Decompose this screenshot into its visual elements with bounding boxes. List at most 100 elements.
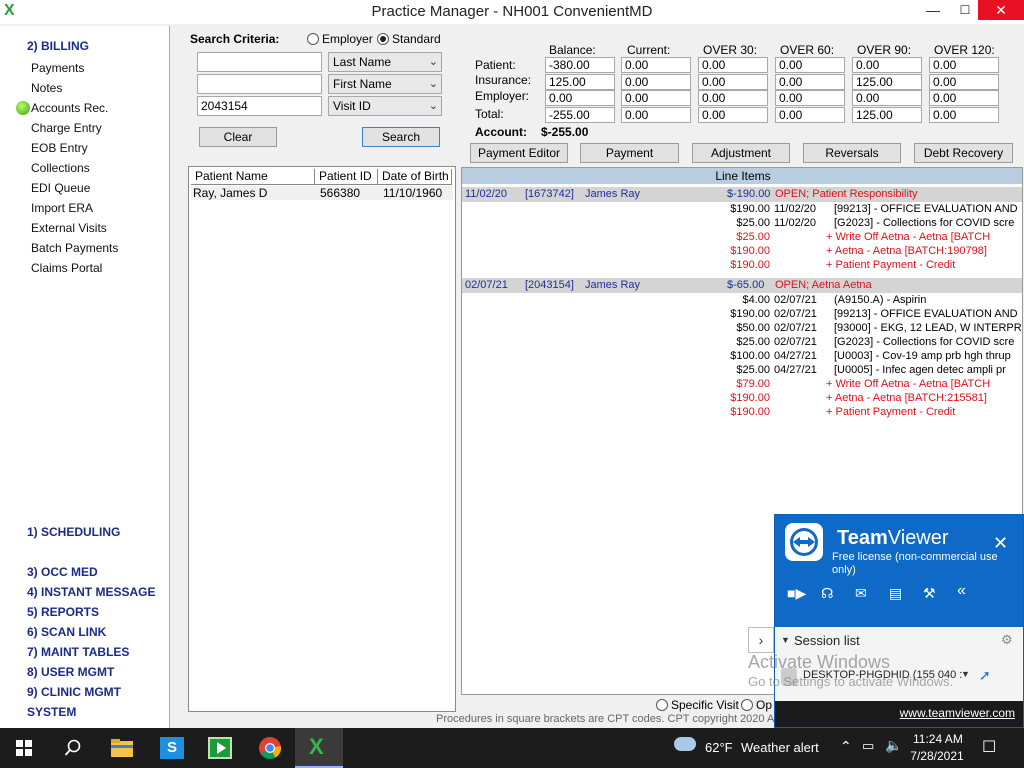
line-item-description[interactable]: + Write Off Aetna - Aetna [BATCH — [826, 231, 990, 243]
patient-balance-field[interactable]: -380.00 — [545, 57, 615, 73]
line-item-description[interactable]: + Write Off Aetna - Aetna [BATCH — [826, 378, 990, 390]
patient-table[interactable]: Patient Name Patient ID Date of Birth Ra… — [188, 166, 456, 712]
nav-item-payments[interactable]: Payments — [31, 61, 84, 75]
line-item-description[interactable]: + Aetna - Aetna [BATCH:190798] — [826, 245, 987, 257]
search-button[interactable]: Search — [362, 127, 440, 147]
wrench-icon[interactable]: ⚒ — [923, 585, 936, 602]
nav-clinic-mgmt[interactable]: 9) CLINIC MGMT — [27, 685, 121, 699]
collapse-icon[interactable]: « — [957, 582, 966, 600]
line-item-description[interactable]: [93000] - EKG, 12 LEAD, W INTERPR I — [834, 322, 1022, 334]
employer-over90-field[interactable]: 0.00 — [852, 90, 922, 106]
weather-cloud-icon[interactable] — [674, 737, 696, 751]
nav-item-collections[interactable]: Collections — [31, 161, 90, 175]
nav-user-mgmt[interactable]: 8) USER MGMT — [27, 665, 114, 679]
insurance-over60-field[interactable]: 0.00 — [775, 74, 845, 90]
files-icon[interactable]: ▤ — [889, 585, 902, 602]
nav-item-notes[interactable]: Notes — [31, 81, 62, 95]
payment-button[interactable]: Payment — [580, 143, 679, 163]
line-item-group[interactable]: 02/07/21 [2043154] James Ray $-65.00 OPEN; A… — [462, 278, 1022, 293]
nav-item-charge-entry[interactable]: Charge Entry — [31, 121, 102, 135]
nav-maint-tables[interactable]: 7) MAINT TABLES — [27, 645, 129, 659]
chevron-down-icon[interactable]: ▼ — [961, 669, 970, 679]
other-radio[interactable] — [741, 699, 753, 711]
employer-over30-field[interactable]: 0.00 — [698, 90, 768, 106]
nav-item-batch-payments[interactable]: Batch Payments — [31, 241, 118, 255]
insurance-balance-field[interactable]: 125.00 — [545, 74, 615, 90]
nav-occ-med[interactable]: 3) OCC MED — [27, 565, 98, 579]
chrome-icon[interactable] — [246, 728, 294, 768]
search-type-select-3[interactable]: Visit ID ⌄ — [328, 96, 442, 116]
clear-button[interactable]: Clear — [199, 127, 277, 147]
teamviewer-link[interactable]: www.teamviewer.com — [900, 706, 1015, 720]
clock-time[interactable]: 11:24 AM — [913, 732, 963, 746]
search-field-1[interactable] — [197, 52, 322, 72]
maximize-button[interactable]: ☐ — [950, 0, 980, 20]
adjustment-button[interactable]: Adjustment — [692, 143, 790, 163]
column-header-dob[interactable]: Date of Birth — [378, 169, 452, 185]
app-s-icon[interactable]: S — [148, 728, 196, 768]
employer-current-field[interactable]: 0.00 — [621, 90, 691, 106]
insurance-current-field[interactable]: 0.00 — [621, 74, 691, 90]
column-header-patient-name[interactable]: Patient Name — [191, 169, 315, 185]
line-item-description[interactable]: + Patient Payment - Credit — [826, 259, 955, 271]
insurance-over30-field[interactable]: 0.00 — [698, 74, 768, 90]
windows-start-button[interactable] — [0, 728, 48, 768]
employer-radio[interactable] — [307, 33, 319, 45]
video-icon[interactable]: ■▶ — [787, 585, 806, 602]
nav-reports[interactable]: 5) REPORTS — [27, 605, 99, 619]
nav-item-claims-portal[interactable]: Claims Portal — [31, 261, 102, 275]
search-field-2[interactable] — [197, 74, 322, 94]
column-header-patient-id[interactable]: Patient ID — [315, 169, 378, 185]
total-over60-field[interactable]: 0.00 — [775, 107, 845, 123]
line-item-description[interactable]: [G2023] - Collections for COVID scre — [834, 217, 1014, 229]
specific-visit-radio[interactable] — [656, 699, 668, 711]
payment-editor-button[interactable]: Payment Editor — [470, 143, 568, 163]
minimize-button[interactable]: — — [918, 0, 948, 20]
nav-scheduling[interactable]: 1) SCHEDULING — [27, 525, 120, 539]
patient-over30-field[interactable]: 0.00 — [698, 57, 768, 73]
line-item-description[interactable]: + Patient Payment - Credit — [826, 406, 955, 418]
employer-over120-field[interactable]: 0.00 — [929, 90, 999, 106]
weather-temp[interactable]: 62°F — [705, 740, 733, 755]
network-icon[interactable]: ▭ — [862, 738, 874, 754]
nav-system[interactable]: SYSTEM — [27, 705, 76, 719]
nav-item-external-visits[interactable]: External Visits — [31, 221, 107, 235]
nav-item-edi-queue[interactable]: EDI Queue — [31, 181, 90, 195]
search-type-select-2[interactable]: First Name ⌄ — [328, 74, 442, 94]
chevron-up-icon[interactable]: ⌃ — [840, 738, 852, 755]
close-button[interactable]: ✕ — [978, 0, 1024, 20]
line-item-description[interactable]: [U0005] - Infec agen detec ampli pr — [834, 364, 1006, 376]
total-over120-field[interactable]: 0.00 — [929, 107, 999, 123]
line-item-description[interactable]: [G2023] - Collections for COVID scre — [834, 336, 1014, 348]
employer-balance-field[interactable]: 0.00 — [545, 90, 615, 106]
employer-over60-field[interactable]: 0.00 — [775, 90, 845, 106]
teamviewer-close-button[interactable]: ✕ — [993, 533, 1008, 554]
line-item-description[interactable]: [99213] - OFFICE EVALUATION AND — [834, 203, 1018, 215]
expand-triangle-icon[interactable]: ▼ — [781, 635, 790, 645]
volume-muted-icon[interactable]: 🔈 — [885, 737, 902, 754]
nav-item-eob-entry[interactable]: EOB Entry — [31, 141, 88, 155]
search-field-3[interactable]: 2043154 — [197, 96, 322, 116]
line-item-description[interactable]: [U0003] - Cov-19 amp prb hgh thrup — [834, 350, 1011, 362]
line-item-description[interactable]: (A9150.A) - Aspirin — [834, 294, 926, 306]
search-type-select-1[interactable]: Last Name ⌄ — [328, 52, 442, 72]
nav-item-accounts-rec[interactable]: Accounts Rec. — [31, 101, 108, 115]
standard-radio[interactable] — [377, 33, 389, 45]
nav-scan-link[interactable]: 6) SCAN LINK — [27, 625, 106, 639]
patient-current-field[interactable]: 0.00 — [621, 57, 691, 73]
connect-arrow-icon[interactable]: ➚ — [979, 667, 991, 684]
nav-section-billing[interactable]: 2) BILLING — [27, 39, 89, 53]
total-over30-field[interactable]: 0.00 — [698, 107, 768, 123]
table-row[interactable]: Ray, James D 566380 11/10/1960 — [191, 186, 453, 200]
gear-icon[interactable]: ⚙ — [1001, 632, 1013, 648]
patient-over120-field[interactable]: 0.00 — [929, 57, 999, 73]
notifications-icon[interactable]: ☐ — [982, 737, 996, 757]
insurance-over90-field[interactable]: 125.00 — [852, 74, 922, 90]
search-icon[interactable] — [48, 728, 96, 768]
line-item-description[interactable]: + Aetna - Aetna [BATCH:215581] — [826, 392, 987, 404]
practice-manager-taskbar-icon[interactable]: X — [295, 728, 343, 768]
patient-over60-field[interactable]: 0.00 — [775, 57, 845, 73]
nav-item-import-era[interactable]: Import ERA — [31, 201, 93, 215]
total-current-field[interactable]: 0.00 — [621, 107, 691, 123]
line-item-description[interactable]: [99213] - OFFICE EVALUATION AND — [834, 308, 1018, 320]
